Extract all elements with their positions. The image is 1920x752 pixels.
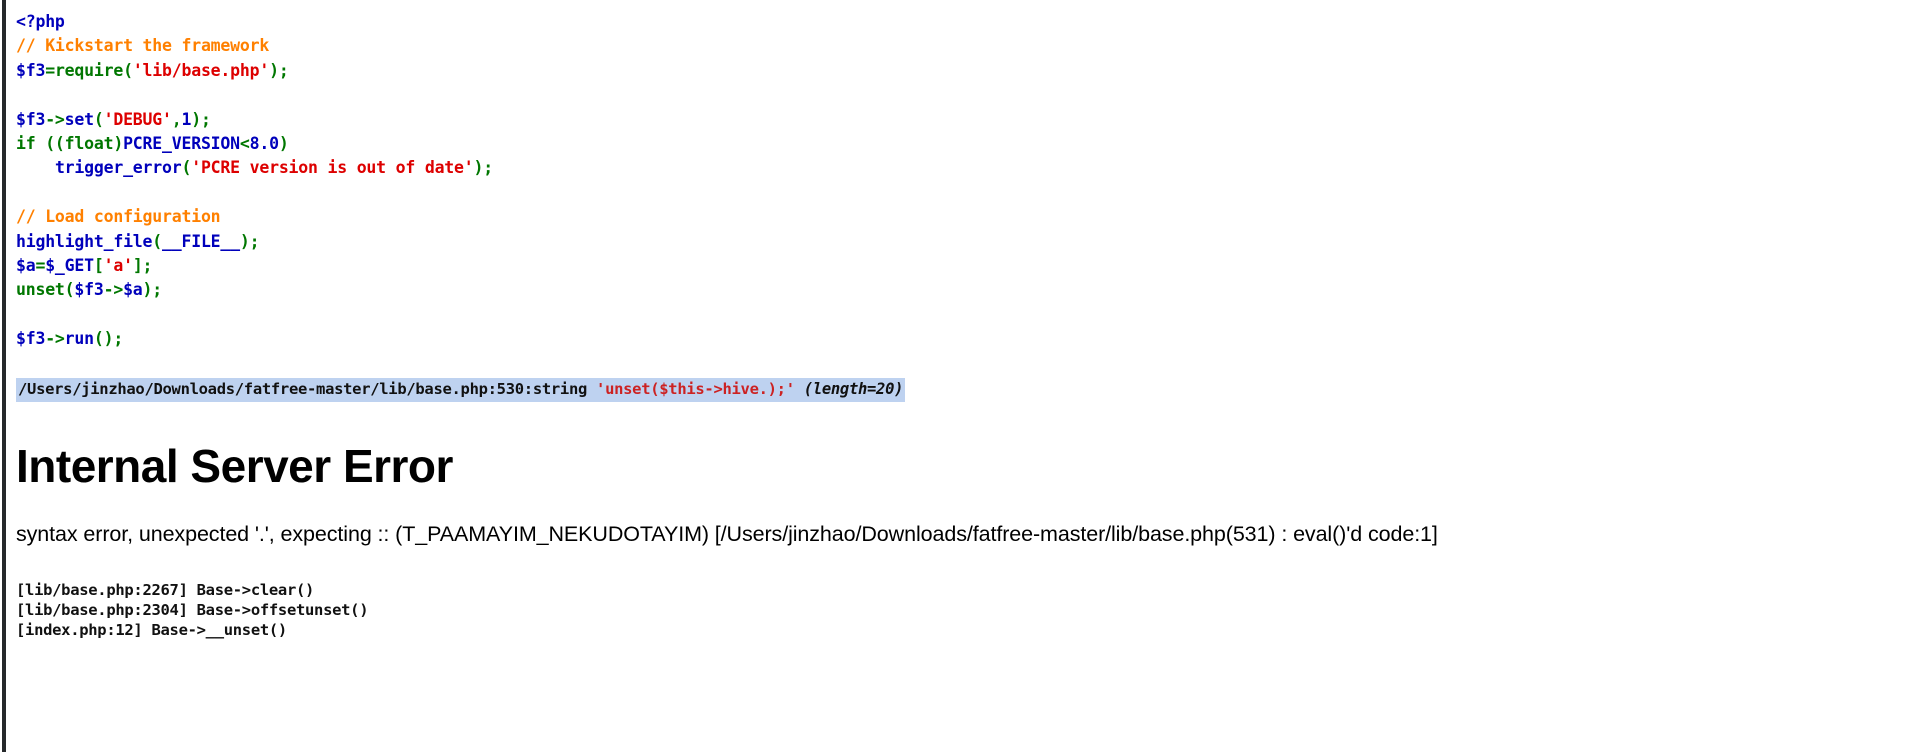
source-token: ) [278, 134, 289, 154]
stack-trace: [lib/base.php:2267] Base->clear() [lib/ba… [16, 580, 1920, 640]
source-token: run [64, 329, 94, 349]
source-line: <?php [16, 10, 1920, 34]
source-token: 1 [181, 109, 192, 129]
source-line: $f3=require('lib/base.php'); [16, 59, 1920, 83]
source-token: $f3 [16, 60, 46, 80]
source-token: ( [181, 158, 192, 178]
source-line: $f3->run(); [16, 327, 1920, 351]
source-token: trigger_error [54, 158, 182, 178]
source-token: ( [123, 60, 133, 80]
source-token: -> [103, 280, 124, 300]
source-token: ); [239, 231, 260, 251]
source-line: $f3->set('DEBUG',1); [16, 108, 1920, 132]
source-token: ); [103, 329, 124, 349]
source-line: trigger_error('PCRE version is out of da… [16, 156, 1920, 180]
error-page: <?php// Kickstart the framework $f3=requi… [0, 0, 1920, 752]
source-token: ); [191, 109, 211, 129]
source-token: 'DEBUG' [103, 109, 172, 129]
source-line: // Kickstart the framework [16, 34, 1920, 58]
source-token: ( [93, 109, 104, 129]
source-token: 'lib/base.php' [132, 60, 270, 80]
var-dump-location: /Users/jinzhao/Downloads/fatfree-master/… [18, 379, 597, 398]
source-token: __FILE__ [162, 231, 240, 251]
source-token: [ [93, 256, 104, 276]
stack-trace-line: [lib/base.php:2267] Base->clear() [16, 580, 315, 599]
source-token: ); [269, 60, 289, 80]
source-token: $f3 [74, 280, 104, 300]
source-token: ) [113, 134, 124, 154]
source-token: float [64, 134, 114, 154]
source-token: if [16, 134, 46, 154]
source-token: ( [152, 231, 163, 251]
var-dump-length: (length=20) [794, 379, 904, 398]
source-token: $a [16, 256, 36, 276]
php-source-highlight: <?php// Kickstart the framework $f3=requi… [16, 10, 1920, 352]
source-line [16, 303, 1920, 327]
source-line: // Load configuration [16, 205, 1920, 229]
source-token: highlight_file [16, 231, 153, 251]
source-line: if ((float)PCRE_VERSION<8.0) [16, 132, 1920, 156]
source-token: $a [123, 280, 143, 300]
source-token: $_GET [45, 256, 94, 276]
source-token: ( [64, 280, 75, 300]
source-token: 'a' [103, 256, 133, 276]
source-line: unset($f3->$a); [16, 278, 1920, 302]
source-token: $f3 [16, 109, 46, 129]
source-line [16, 83, 1920, 107]
page-title: Internal Server Error [16, 439, 453, 492]
source-token: // Load configuration [16, 207, 221, 227]
var-dump-value: 'unset($this->hive.);' [596, 379, 795, 398]
source-token: unset [16, 280, 65, 300]
source-token: ); [142, 280, 163, 300]
source-token: -> [45, 329, 65, 349]
source-token: PCRE_VERSION [123, 134, 240, 154]
source-token: = [45, 60, 55, 80]
page-content: <?php// Kickstart the framework $f3=requi… [0, 0, 1920, 640]
source-token: set [64, 109, 94, 129]
source-token: <?php [16, 12, 65, 31]
source-line [16, 181, 1920, 205]
source-token: ( [93, 329, 104, 349]
source-token: // Kickstart the framework [16, 36, 270, 56]
source-token: require [54, 60, 124, 80]
source-token: $f3 [16, 329, 46, 349]
source-token: 8.0 [249, 134, 279, 154]
source-token: ]; [132, 256, 153, 276]
var-dump-line: /Users/jinzhao/Downloads/fatfree-master/… [16, 377, 906, 402]
source-token: ); [473, 158, 494, 178]
source-line: highlight_file(__FILE__); [16, 230, 1920, 254]
source-token: = [35, 256, 46, 276]
stack-trace-line: [index.php:12] Base->__unset() [16, 620, 287, 639]
source-token: 'PCRE version is out of date' [191, 158, 474, 178]
source-token: (( [45, 134, 65, 154]
error-message: syntax error, unexpected '.', expecting … [16, 521, 1438, 546]
stack-trace-line: [lib/base.php:2304] Base->offsetunset() [16, 600, 369, 619]
source-token [16, 158, 55, 177]
source-token: < [239, 134, 250, 154]
source-line: $a=$_GET['a']; [16, 254, 1920, 278]
source-token: -> [45, 109, 65, 129]
